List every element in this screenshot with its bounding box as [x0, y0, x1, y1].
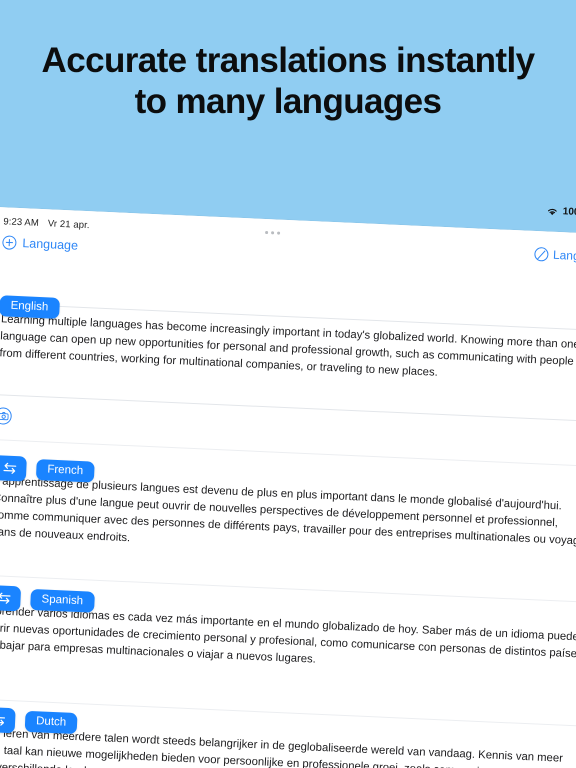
translation-language-pill[interactable]: Spanish — [30, 588, 95, 613]
translation-text[interactable]: Aprender varios idiomas es cada vez más … — [0, 603, 576, 681]
divider — [0, 698, 576, 728]
source-language-pill[interactable]: English — [0, 295, 60, 319]
clock-time: 9:23 AM — [3, 216, 40, 229]
translation-language-row: Spanish — [0, 584, 95, 615]
translation-language-pill[interactable]: Dutch — [24, 710, 78, 735]
app-clock-row: 9:23 AM Vr 21 apr. — [3, 216, 90, 231]
plus-circle-icon — [2, 235, 17, 250]
swap-arrows-icon[interactable] — [0, 455, 27, 482]
camera-icon[interactable] — [0, 407, 13, 425]
languages-button-label: Languages — [552, 247, 576, 265]
source-language-row: English — [0, 295, 60, 319]
swap-arrows-icon[interactable] — [0, 706, 16, 734]
translation-text[interactable]: Het leren van meerdere talen wordt steed… — [0, 725, 576, 768]
status-bar-right-cluster: 100% — [547, 205, 576, 219]
translation-language-row: French — [0, 455, 95, 485]
translation-language-pill[interactable]: French — [35, 459, 95, 483]
languages-button[interactable]: Languages — [533, 246, 576, 265]
translation-language-row: Dutch — [0, 706, 78, 736]
add-language-button[interactable]: Language — [2, 235, 79, 253]
translation-text[interactable]: L'apprentissage de plusieurs langues est… — [0, 473, 576, 568]
clock-date: Vr 21 apr. — [47, 218, 90, 232]
translator-app-screen: Languages 9:23 AM Vr 21 apr. Language En… — [0, 206, 576, 768]
swap-arrows-icon[interactable] — [0, 584, 22, 612]
circle-slash-icon — [533, 246, 549, 262]
three-dots-icon[interactable] — [265, 230, 281, 235]
add-language-label: Language — [22, 236, 79, 253]
wifi-icon — [547, 206, 559, 216]
tablet-screenshot: 100% Languages 9:23 AM Vr 21 apr. Langua… — [0, 206, 576, 768]
promo-screenshot: Accurate translations instantly to many … — [0, 0, 576, 768]
page-title: Accurate translations instantly to many … — [41, 41, 536, 122]
battery-percent-label: 100% — [562, 206, 576, 219]
